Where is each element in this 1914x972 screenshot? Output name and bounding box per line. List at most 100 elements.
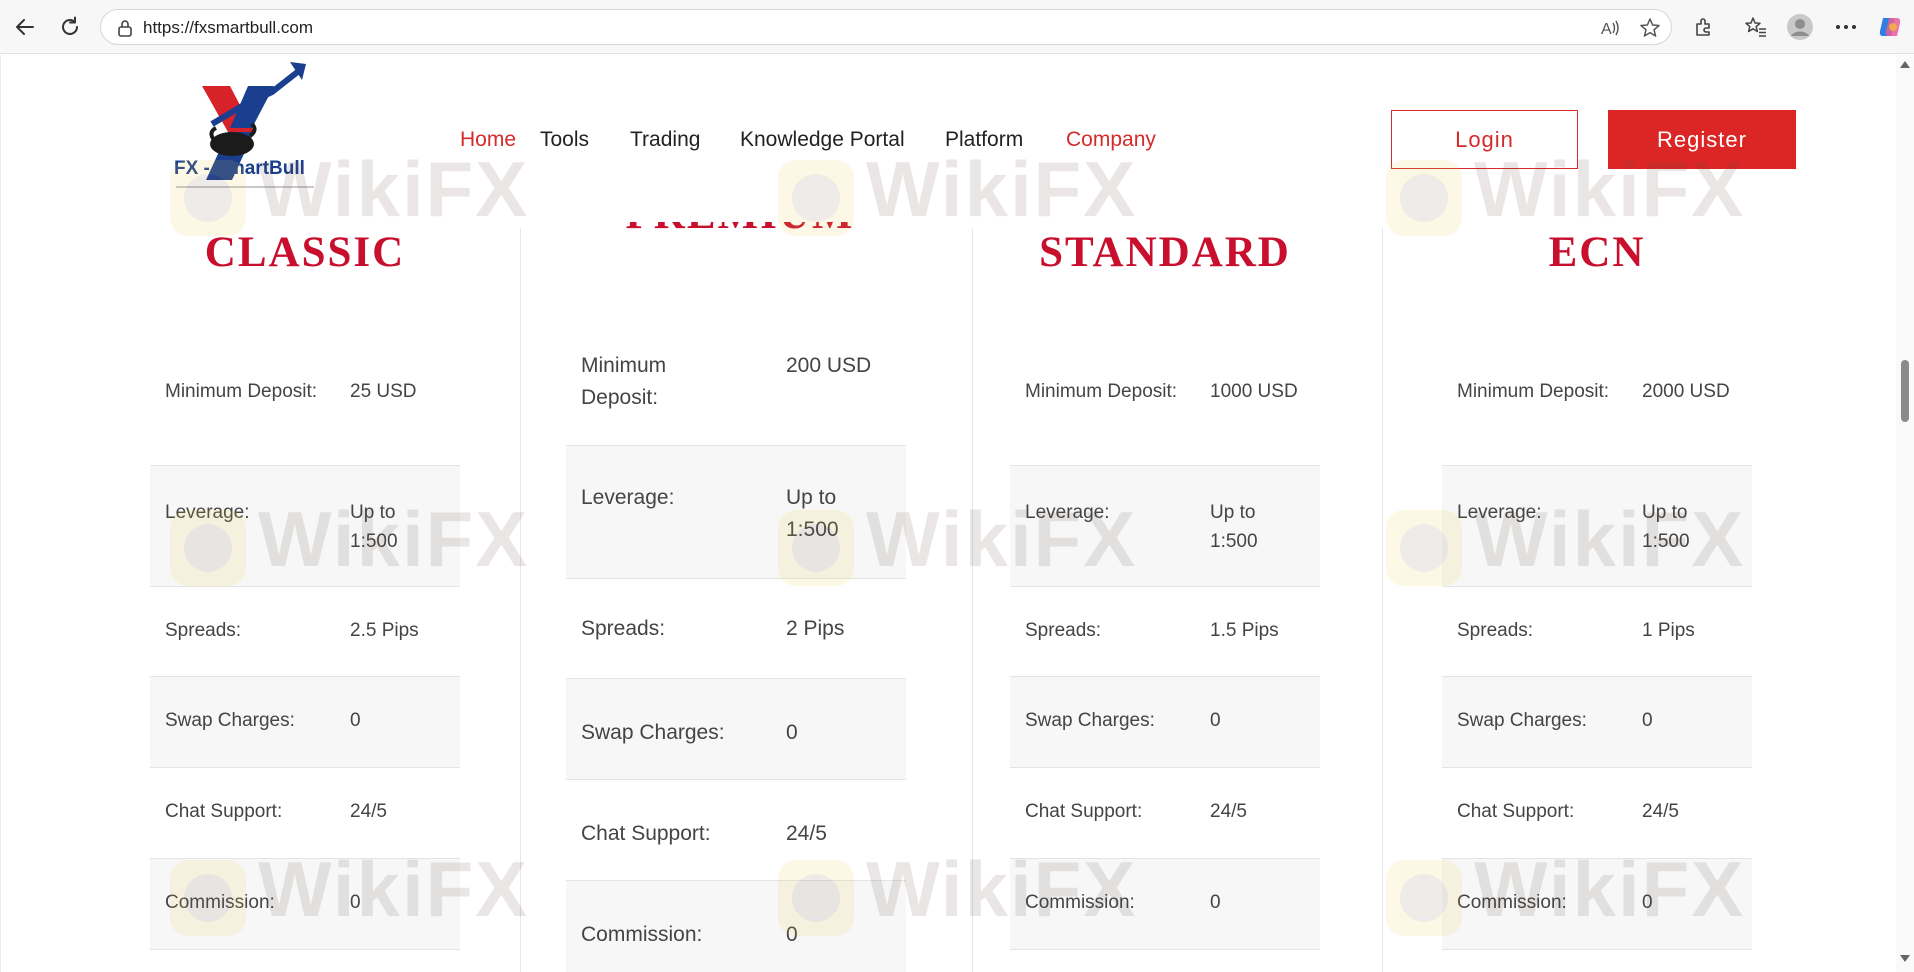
spec-value: 0 <box>1642 892 1653 913</box>
column-divider <box>972 228 973 972</box>
spec-row-commission: Commission: 0 <box>150 859 460 950</box>
scroll-down-arrow-icon[interactable] <box>1900 955 1910 962</box>
scrollbar-thumb[interactable] <box>1901 360 1909 422</box>
spec-label: Spreads: <box>165 620 242 641</box>
spec-label: Swap Charges: <box>165 710 295 731</box>
spec-value: 1 Pips <box>1642 620 1695 641</box>
spec-row-leverage: Leverage: Up to 1:500 <box>150 466 460 587</box>
spec-row-leverage: Leverage: Up to 1:500 <box>1442 466 1752 587</box>
spec-row-minimum-deposit: Minimum Deposit: 25 USD <box>150 365 460 466</box>
login-button[interactable]: Login <box>1391 110 1578 169</box>
spec-row-swap-charges: Swap Charges: 0 <box>1442 677 1752 768</box>
spec-label: Chat Support: <box>581 822 711 845</box>
spec-value: 0 <box>1210 892 1221 913</box>
spec-value: Up to 1:500 <box>1642 502 1690 552</box>
scroll-up-arrow-icon[interactable] <box>1900 61 1910 68</box>
spec-row-spreads: Spreads: 1 Pips <box>1442 587 1752 677</box>
copilot-icon[interactable] <box>1876 13 1904 41</box>
spec-label: Leverage: <box>165 502 250 523</box>
more-options-icon[interactable] <box>1832 13 1860 41</box>
spec-value: 2000 USD <box>1642 381 1730 402</box>
spec-row-commission: Commission: 0 <box>1442 859 1752 950</box>
spec-label: Swap Charges: <box>1457 710 1587 731</box>
read-aloud-icon[interactable]: A <box>1599 17 1621 39</box>
column-divider <box>1382 228 1383 972</box>
spec-row-chat-support: Chat Support: 24/5 <box>150 768 460 859</box>
spec-row-leverage: Leverage: Up to 1:500 <box>1010 466 1320 587</box>
spec-value: 0 <box>786 923 798 946</box>
nav-company[interactable]: Company <box>1066 128 1156 152</box>
refresh-icon[interactable] <box>55 12 85 42</box>
spec-row-spreads: Spreads: 2.5 Pips <box>150 587 460 677</box>
spec-row-swap-charges: Swap Charges: 0 <box>150 677 460 768</box>
account-title-premium-text: PREMIUM <box>606 222 874 230</box>
spec-label: Leverage: <box>581 486 675 509</box>
spec-value: 0 <box>350 710 361 731</box>
nav-platform[interactable]: Platform <box>945 128 1023 152</box>
spec-label: Minimum Deposit: <box>581 354 667 409</box>
spec-row-commission: Commission: 0 <box>566 881 906 972</box>
spec-value: 1000 USD <box>1210 381 1298 402</box>
spec-label: Swap Charges: <box>581 721 725 744</box>
url-text[interactable]: https://fxsmartbull.com <box>143 18 313 38</box>
spec-value: 0 <box>350 892 361 913</box>
account-title-classic: CLASSIC <box>204 229 406 276</box>
account-title-premium: PREMIUM <box>606 222 874 230</box>
spec-value: 200 USD <box>786 354 872 377</box>
spec-row-chat-support: Chat Support: 24/5 <box>1010 768 1320 859</box>
spec-label: Chat Support: <box>165 801 283 822</box>
favorites-list-icon[interactable] <box>1742 13 1770 41</box>
spec-label: Commission: <box>1457 892 1567 913</box>
spec-row-spreads: Spreads: 1.5 Pips <box>1010 587 1320 677</box>
address-bar[interactable]: https://fxsmartbull.com A <box>100 9 1672 45</box>
spec-row-chat-support: Chat Support: 24/5 <box>566 780 906 881</box>
nav-tools[interactable]: Tools <box>540 128 589 152</box>
spec-row-swap-charges: Swap Charges: 0 <box>1010 677 1320 768</box>
svg-text:A: A <box>1601 21 1612 38</box>
spec-row-minimum-deposit: Minimum Deposit: 2000 USD <box>1442 365 1752 466</box>
spec-value: 1.5 Pips <box>1210 620 1279 641</box>
browser-toolbar: https://fxsmartbull.com A <box>0 0 1914 54</box>
spec-label: Minimum Deposit: <box>1457 381 1610 402</box>
spec-value: 24/5 <box>1642 801 1679 822</box>
spec-label: Swap Charges: <box>1025 710 1155 731</box>
spec-label: Spreads: <box>581 617 666 640</box>
nav-knowledge-portal[interactable]: Knowledge Portal <box>740 128 905 152</box>
spec-label: Commission: <box>165 892 275 913</box>
register-button[interactable]: Register <box>1608 110 1796 169</box>
spec-value: 24/5 <box>786 822 827 845</box>
spec-label: Leverage: <box>1457 502 1542 523</box>
spec-row-minimum-deposit: Minimum Deposit: 200 USD <box>566 340 906 446</box>
logo-text: FX - SmartBull <box>174 158 305 179</box>
back-arrow-icon[interactable] <box>10 12 40 42</box>
nav-home[interactable]: Home <box>460 128 516 152</box>
spec-row-leverage: Leverage: Up to 1:500 <box>566 446 906 579</box>
spec-value: 0 <box>1642 710 1653 731</box>
spec-label: Minimum Deposit: <box>165 381 318 402</box>
logo-underline <box>176 186 314 188</box>
spec-value: 24/5 <box>350 801 387 822</box>
spec-value: Up to 1:500 <box>1210 502 1258 552</box>
account-title-standard: STANDARD <box>1039 229 1291 276</box>
spec-label: Leverage: <box>1025 502 1110 523</box>
profile-avatar-icon[interactable] <box>1786 13 1814 41</box>
spec-row-commission: Commission: 0 <box>1010 859 1320 950</box>
spec-label: Commission: <box>1025 892 1135 913</box>
spec-label: Minimum Deposit: <box>1025 381 1178 402</box>
lock-icon[interactable] <box>115 18 135 38</box>
spec-row-minimum-deposit: Minimum Deposit: 1000 USD <box>1010 365 1320 466</box>
favorite-star-icon[interactable] <box>1639 17 1661 39</box>
nav-trading[interactable]: Trading <box>630 128 700 152</box>
page-scrollbar[interactable] <box>1896 55 1914 972</box>
spec-value: Up to 1:500 <box>786 486 839 541</box>
fx-smartbull-logo[interactable]: FX - SmartBull <box>172 62 322 194</box>
spec-label: Commission: <box>581 923 703 946</box>
spec-label: Chat Support: <box>1457 801 1575 822</box>
account-title-ecn: ECN <box>1548 229 1646 276</box>
spec-row-chat-support: Chat Support: 24/5 <box>1442 768 1752 859</box>
spec-value: 2 Pips <box>786 617 845 640</box>
extensions-icon[interactable] <box>1690 13 1718 41</box>
spec-label: Spreads: <box>1457 620 1534 641</box>
spec-value: 2.5 Pips <box>350 620 419 641</box>
spec-value: Up to 1:500 <box>350 502 398 552</box>
